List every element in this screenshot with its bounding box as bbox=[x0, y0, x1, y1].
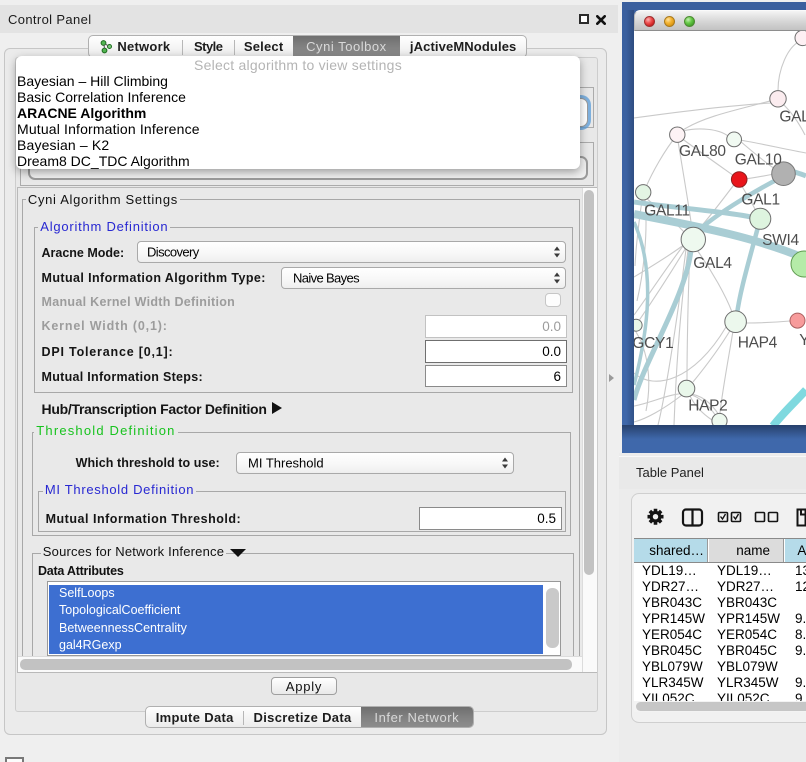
svg-text:HAP2: HAP2 bbox=[688, 398, 727, 415]
svg-text:HAP4: HAP4 bbox=[738, 334, 778, 351]
svg-text:GAL7: GAL7 bbox=[779, 109, 806, 126]
svg-text:GAL1: GAL1 bbox=[741, 192, 779, 209]
svg-text:GAL11: GAL11 bbox=[644, 203, 690, 220]
svg-text:GAL10: GAL10 bbox=[735, 151, 782, 168]
svg-text:SWI4: SWI4 bbox=[762, 232, 799, 249]
svg-text:Y: Y bbox=[799, 332, 806, 349]
svg-text:GCY1: GCY1 bbox=[634, 335, 673, 352]
svg-text:GAL80: GAL80 bbox=[679, 143, 726, 160]
svg-text:GAL4: GAL4 bbox=[693, 255, 732, 272]
